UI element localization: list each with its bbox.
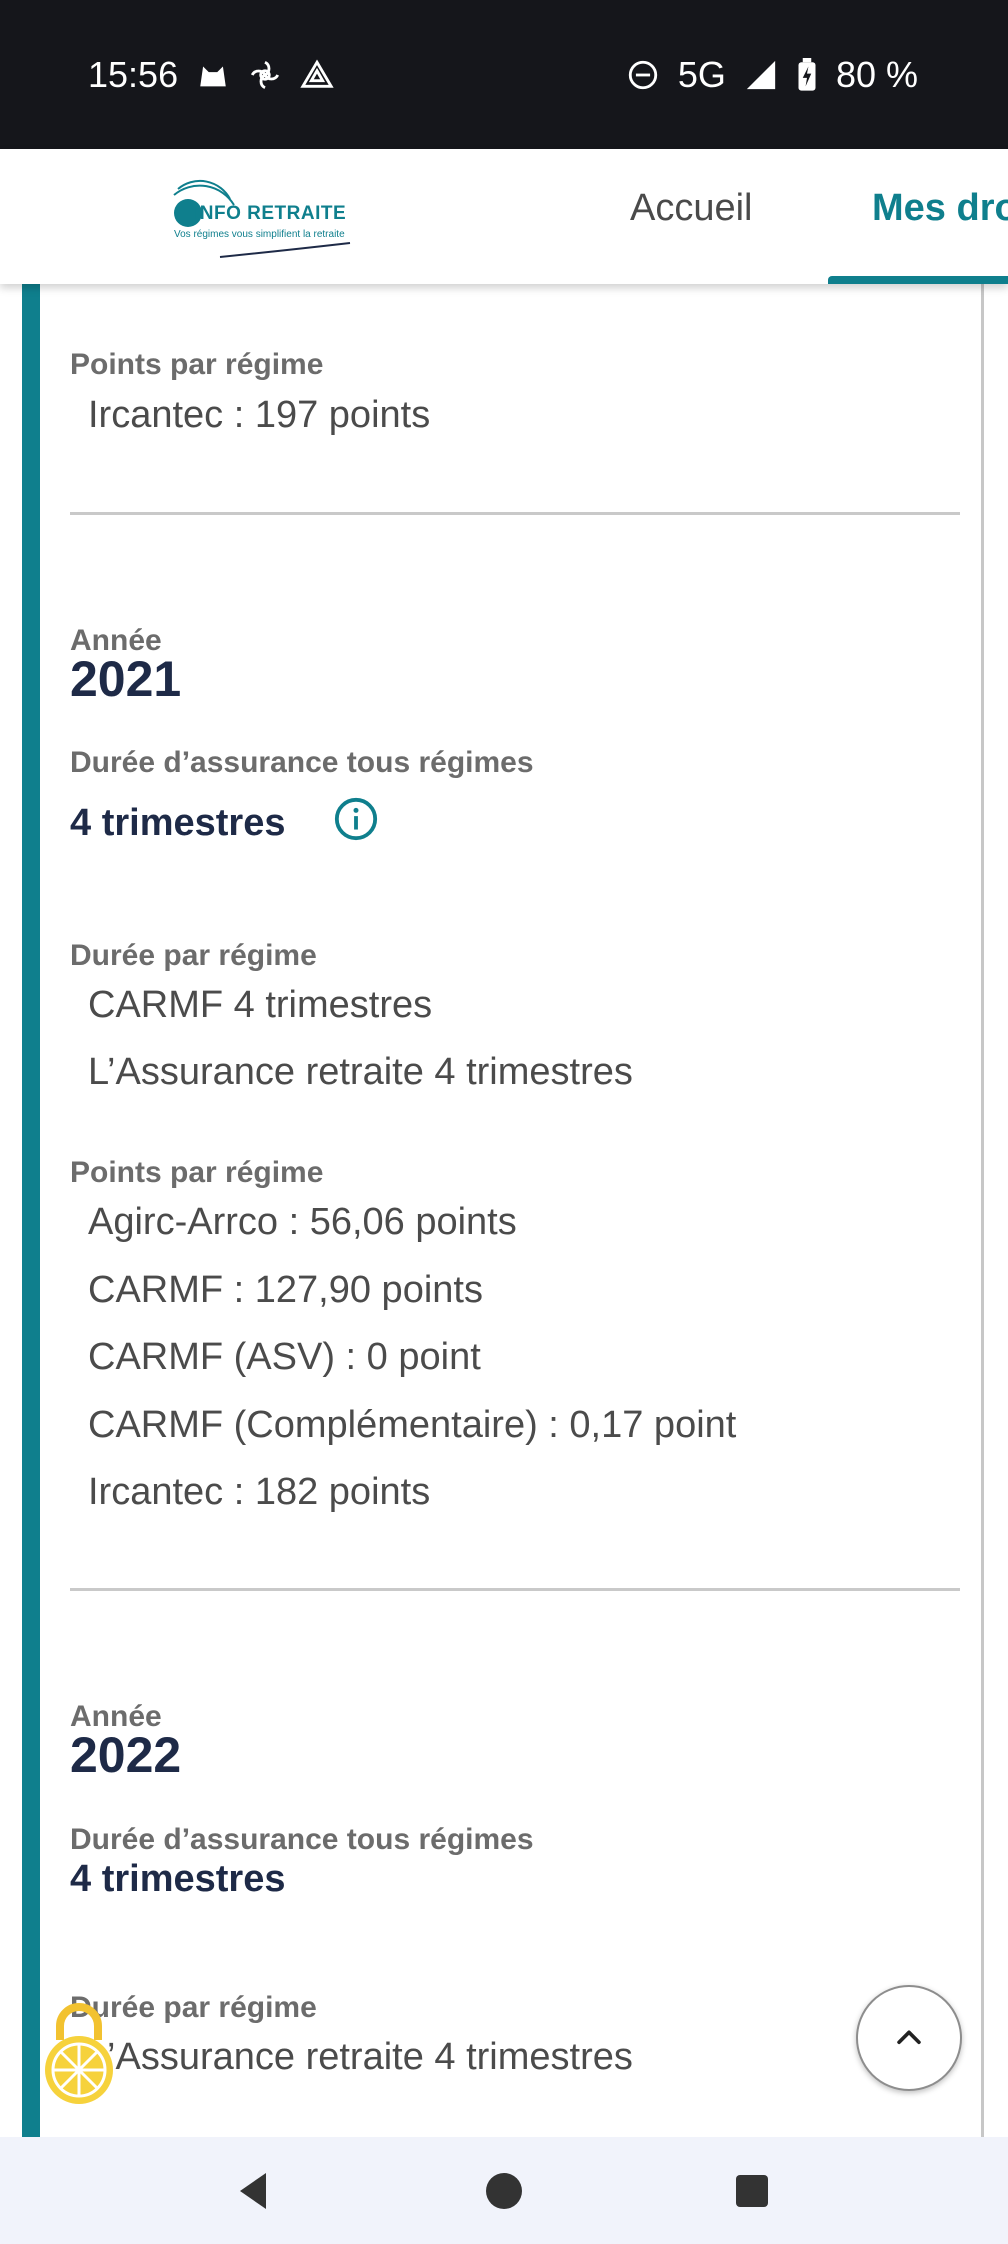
system-navigation-bar: [0, 2137, 1008, 2244]
pinwheel-notification-icon: [248, 58, 282, 92]
duration-line: L’Assurance retraite 4 trimestres: [88, 2036, 633, 2078]
home-icon[interactable]: [480, 2167, 528, 2215]
top-navigation: INFO RETRAITE Vos régimes vous simplifie…: [0, 149, 1008, 284]
battery-level: 80 %: [835, 53, 918, 95]
info-icon[interactable]: [333, 796, 379, 842]
points-line: CARMF (Complémentaire) : 0,17 point: [88, 1404, 737, 1446]
nav-mes-droits[interactable]: Mes droits: [872, 187, 1008, 230]
total-duration-value: 4 trimestres: [70, 1858, 286, 1900]
cat-notification-icon: [196, 58, 230, 92]
year-value: 2022: [70, 1727, 182, 1783]
battery-charging-icon: [796, 57, 818, 92]
logo-tagline: Vos régimes vous simplifient la retraite: [174, 229, 345, 240]
network-type: 5G: [677, 53, 726, 95]
year-divider: [70, 512, 960, 515]
signal-icon: [744, 58, 778, 92]
recents-icon[interactable]: [728, 2167, 776, 2215]
info-retraite-logo[interactable]: INFO RETRAITE Vos régimes vous simplifie…: [160, 169, 360, 261]
logo-text: INFO RETRAITE: [194, 203, 347, 224]
points-label: Points par régime: [70, 348, 324, 381]
back-icon[interactable]: [230, 2167, 278, 2215]
year-divider: [70, 1588, 960, 1591]
points-line: Agirc-Arrco : 56,06 points: [88, 1201, 517, 1243]
drive-notification-icon: [300, 58, 334, 92]
year-value: 2021: [70, 651, 182, 707]
status-bar: 15:56 5G 80 %: [0, 0, 1008, 149]
total-duration-label: Durée d’assurance tous régimes: [70, 746, 534, 779]
accessibility-lock-icon[interactable]: [42, 2000, 116, 2110]
points-line: CARMF (ASV) : 0 point: [88, 1336, 481, 1378]
duration-by-regime-label: Durée par régime: [70, 939, 317, 972]
points-line: Ircantec : 197 points: [88, 394, 431, 436]
status-left: 15:56: [88, 54, 334, 96]
total-duration-label: Durée d’assurance tous régimes: [70, 1823, 534, 1856]
points-line: Ircantec : 182 points: [88, 1471, 431, 1513]
duration-line: L’Assurance retraite 4 trimestres: [88, 1051, 633, 1093]
status-time: 15:56: [88, 53, 179, 95]
active-tab-indicator: [828, 276, 1008, 284]
chevron-up-icon: [897, 2030, 921, 2045]
total-duration-value: 4 trimestres: [70, 802, 286, 844]
points-label: Points par régime: [70, 1156, 324, 1189]
main-content[interactable]: Points par régime Ircantec : 197 points …: [0, 284, 1008, 2137]
do-not-disturb-icon: [626, 58, 660, 92]
nav-accueil[interactable]: Accueil: [630, 187, 753, 230]
status-right: 5G 80 %: [626, 54, 918, 96]
duration-line: CARMF 4 trimestres: [88, 984, 433, 1026]
scroll-to-top-button[interactable]: [856, 1985, 962, 2091]
points-line: CARMF : 127,90 points: [88, 1269, 483, 1311]
